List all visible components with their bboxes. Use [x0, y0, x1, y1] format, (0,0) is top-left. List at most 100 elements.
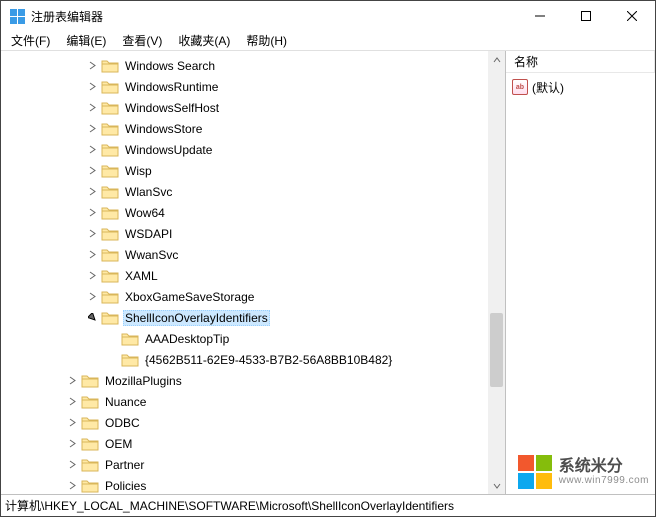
- tree-item[interactable]: Wisp: [1, 160, 505, 181]
- tree-item-label: WindowsStore: [123, 122, 204, 136]
- folder-icon: [101, 101, 119, 115]
- chevron-right-icon[interactable]: [85, 164, 99, 178]
- tree-item[interactable]: OEM: [1, 433, 505, 454]
- tree-item-label: WlanSvc: [123, 185, 174, 199]
- chevron-right-icon: [105, 353, 119, 367]
- tree-item-label: WindowsUpdate: [123, 143, 214, 157]
- folder-icon: [101, 143, 119, 157]
- tree-item-label: WindowsRuntime: [123, 80, 220, 94]
- string-value-icon: ab: [512, 79, 528, 95]
- tree-item[interactable]: XAML: [1, 265, 505, 286]
- title-bar: 注册表编辑器: [1, 1, 655, 31]
- tree-item-label: Windows Search: [123, 59, 217, 73]
- chevron-right-icon[interactable]: [65, 479, 79, 493]
- chevron-right-icon[interactable]: [85, 248, 99, 262]
- scroll-up-icon[interactable]: [488, 51, 505, 68]
- chevron-right-icon[interactable]: [85, 206, 99, 220]
- scroll-down-icon[interactable]: [488, 477, 505, 494]
- tree-item-label: XboxGameSaveStorage: [123, 290, 256, 304]
- tree-item[interactable]: Partner: [1, 454, 505, 475]
- chevron-right-icon[interactable]: [65, 416, 79, 430]
- folder-icon: [101, 80, 119, 94]
- folder-icon: [121, 353, 139, 367]
- status-bar: 计算机\HKEY_LOCAL_MACHINE\SOFTWARE\Microsof…: [1, 494, 655, 516]
- folder-icon: [101, 59, 119, 73]
- tree-item-label: AAADesktopTip: [143, 332, 231, 346]
- tree-item[interactable]: WindowsUpdate: [1, 139, 505, 160]
- column-name[interactable]: 名称: [506, 51, 655, 72]
- tree-item-label: WwanSvc: [123, 248, 180, 262]
- menu-bar: 文件(F) 编辑(E) 查看(V) 收藏夹(A) 帮助(H): [1, 31, 655, 51]
- regedit-icon: [9, 8, 25, 24]
- tree-item-label: MozillaPlugins: [103, 374, 184, 388]
- folder-icon: [81, 479, 99, 493]
- close-button[interactable]: [609, 1, 655, 31]
- window-title: 注册表编辑器: [31, 8, 517, 25]
- folder-icon: [81, 458, 99, 472]
- tree-item-label: XAML: [123, 269, 160, 283]
- chevron-right-icon[interactable]: [65, 374, 79, 388]
- value-row-default[interactable]: ab (默认): [506, 77, 655, 97]
- tree-item-label: OEM: [103, 437, 134, 451]
- tree-item[interactable]: XboxGameSaveStorage: [1, 286, 505, 307]
- chevron-right-icon[interactable]: [85, 269, 99, 283]
- tree-item[interactable]: Nuance: [1, 391, 505, 412]
- chevron-right-icon[interactable]: [65, 458, 79, 472]
- tree-item[interactable]: AAADesktopTip: [1, 328, 505, 349]
- folder-icon: [81, 416, 99, 430]
- tree-scrollbar[interactable]: [488, 51, 505, 494]
- tree-item[interactable]: Windows Search: [1, 55, 505, 76]
- chevron-right-icon[interactable]: [65, 395, 79, 409]
- tree-item[interactable]: WindowsSelfHost: [1, 97, 505, 118]
- tree-item-label: {4562B511-62E9-4533-B7B2-56A8BB10B482}: [143, 353, 394, 367]
- tree-item[interactable]: Policies: [1, 475, 505, 494]
- maximize-button[interactable]: [563, 1, 609, 31]
- chevron-right-icon[interactable]: [85, 59, 99, 73]
- tree-item[interactable]: WlanSvc: [1, 181, 505, 202]
- tree-item-label: ODBC: [103, 416, 142, 430]
- chevron-right-icon[interactable]: [65, 437, 79, 451]
- tree-item[interactable]: ODBC: [1, 412, 505, 433]
- tree-item-label: WSDAPI: [123, 227, 174, 241]
- tree-item[interactable]: WindowsStore: [1, 118, 505, 139]
- list-header: 名称: [506, 51, 655, 73]
- folder-icon: [101, 269, 119, 283]
- chevron-right-icon[interactable]: [85, 227, 99, 241]
- menu-edit[interactable]: 编辑(E): [58, 30, 114, 51]
- tree-item-label: Nuance: [103, 395, 148, 409]
- folder-icon: [101, 227, 119, 241]
- chevron-right-icon[interactable]: [85, 185, 99, 199]
- menu-favorites[interactable]: 收藏夹(A): [170, 30, 238, 51]
- folder-icon: [101, 290, 119, 304]
- folder-icon: [101, 122, 119, 136]
- tree-item[interactable]: ShellIconOverlayIdentifiers: [1, 307, 505, 328]
- folder-icon: [81, 395, 99, 409]
- tree-item-label: Policies: [103, 479, 148, 493]
- tree-item[interactable]: WSDAPI: [1, 223, 505, 244]
- chevron-right-icon[interactable]: [85, 143, 99, 157]
- tree-item[interactable]: MozillaPlugins: [1, 370, 505, 391]
- tree-item-label: WindowsSelfHost: [123, 101, 221, 115]
- tree-item[interactable]: WindowsRuntime: [1, 76, 505, 97]
- menu-help[interactable]: 帮助(H): [238, 30, 295, 51]
- folder-icon: [81, 374, 99, 388]
- tree-item[interactable]: WwanSvc: [1, 244, 505, 265]
- tree-pane[interactable]: Windows Search WindowsRuntime WindowsSelfH…: [1, 51, 506, 494]
- tree-item-label: Wow64: [123, 206, 167, 220]
- list-pane[interactable]: 名称 ab (默认): [506, 51, 655, 494]
- menu-view[interactable]: 查看(V): [114, 30, 170, 51]
- chevron-right-icon[interactable]: [85, 101, 99, 115]
- tree-item-label: Partner: [103, 458, 146, 472]
- tree-item[interactable]: {4562B511-62E9-4533-B7B2-56A8BB10B482}: [1, 349, 505, 370]
- chevron-right-icon[interactable]: [85, 290, 99, 304]
- chevron-right-icon[interactable]: [85, 122, 99, 136]
- chevron-right-icon[interactable]: [85, 80, 99, 94]
- minimize-button[interactable]: [517, 1, 563, 31]
- folder-icon: [101, 248, 119, 262]
- value-name: (默认): [532, 79, 564, 96]
- menu-file[interactable]: 文件(F): [3, 30, 58, 51]
- folder-icon: [101, 185, 119, 199]
- tree-item[interactable]: Wow64: [1, 202, 505, 223]
- chevron-right-icon: [105, 332, 119, 346]
- chevron-down-icon[interactable]: [85, 311, 99, 325]
